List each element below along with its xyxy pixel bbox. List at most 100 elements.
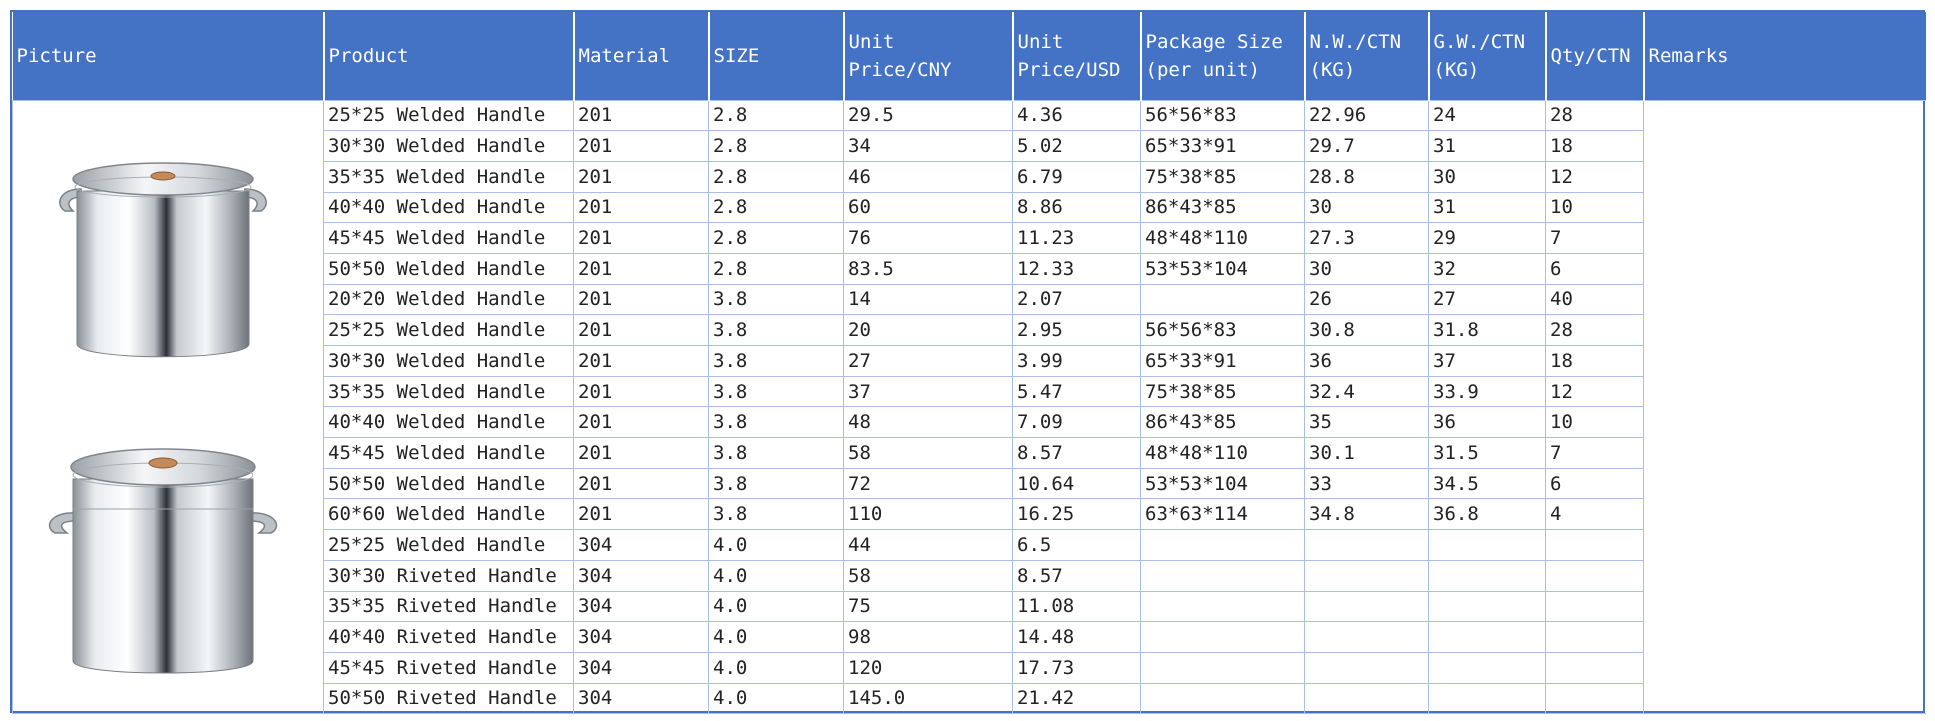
cell-unit-price-usd: 6.5 (1012, 529, 1141, 561)
cell-product: 35*35 Welded Handle (323, 160, 574, 193)
cell-material: 304 (573, 651, 709, 684)
cell-material: 201 (573, 283, 709, 316)
header-row: Picture Product Material SIZE Unit Price… (12, 12, 1926, 100)
cell-unit-price-usd: 5.02 (1012, 130, 1141, 162)
cell-size: 3.8 (708, 406, 844, 439)
cell-size: 3.8 (708, 498, 844, 531)
cell-unit-price-usd: 5.47 (1012, 375, 1141, 408)
cell-product: 45*45 Welded Handle (323, 222, 574, 254)
cell-size: 2.8 (708, 99, 844, 132)
cell-qty-ctn: 28 (1545, 314, 1644, 346)
cell-nw-ctn: 27.3 (1304, 222, 1429, 254)
cell-gw-ctn (1428, 621, 1546, 653)
cell-unit-price-usd: 17.73 (1012, 651, 1141, 684)
cell-size: 4.0 (708, 559, 844, 592)
header-remarks: Remarks (1643, 12, 1926, 100)
cell-package-size: 65*33*91 (1140, 345, 1305, 377)
table-body: 25*25 Welded Handle 201 2.8 29.5 4.36 56*56*8… (12, 99, 1926, 715)
cell-unit-price-cny: 120 (843, 651, 1013, 684)
cell-package-size: 53*53*104 (1140, 467, 1305, 500)
cell-qty-ctn: 18 (1545, 130, 1644, 162)
cell-nw-ctn: 30 (1304, 252, 1429, 285)
cell-qty-ctn: 28 (1545, 99, 1644, 132)
cell-product: 40*40 Welded Handle (323, 191, 574, 224)
cell-gw-ctn: 36.8 (1428, 498, 1546, 531)
cell-nw-ctn: 34.8 (1304, 498, 1429, 531)
cell-gw-ctn (1428, 651, 1546, 684)
cell-unit-price-cny: 46 (843, 160, 1013, 193)
cell-unit-price-cny: 110 (843, 498, 1013, 531)
price-list-sheet: Picture Product Material SIZE Unit Price… (10, 10, 1926, 715)
cell-package-size: 75*38*85 (1140, 375, 1305, 408)
cell-qty-ctn (1545, 559, 1644, 592)
cell-size: 2.8 (708, 222, 844, 254)
cell-product: 50*50 Riveted Handle (323, 682, 574, 715)
cell-product: 30*30 Riveted Handle (323, 559, 574, 592)
cell-qty-ctn (1545, 590, 1644, 623)
cell-unit-price-usd: 7.09 (1012, 406, 1141, 439)
cell-package-size: 56*56*83 (1140, 314, 1305, 346)
cell-material: 201 (573, 314, 709, 346)
cell-size: 4.0 (708, 590, 844, 623)
cell-qty-ctn: 12 (1545, 375, 1644, 408)
cell-package-size: 65*33*91 (1140, 130, 1305, 162)
cell-qty-ctn (1545, 651, 1644, 684)
cell-nw-ctn: 30.1 (1304, 437, 1429, 469)
cell-package-size (1140, 682, 1305, 715)
cell-qty-ctn: 6 (1545, 252, 1644, 285)
cell-unit-price-usd: 12.33 (1012, 252, 1141, 285)
cell-material: 201 (573, 437, 709, 469)
header-picture: Picture (12, 12, 325, 100)
cell-product: 45*45 Welded Handle (323, 437, 574, 469)
cell-unit-price-cny: 76 (843, 222, 1013, 254)
cell-product: 20*20 Welded Handle (323, 283, 574, 316)
cell-product: 50*50 Welded Handle (323, 467, 574, 500)
stock-pot-welded-handle-image (43, 139, 293, 379)
cell-gw-ctn: 33.9 (1428, 375, 1546, 408)
cell-unit-price-cny: 58 (843, 559, 1013, 592)
cell-gw-ctn: 30 (1428, 160, 1546, 193)
cell-unit-price-usd: 21.42 (1012, 682, 1141, 715)
cell-package-size: 86*43*85 (1140, 191, 1305, 224)
remarks-cell (1643, 99, 1926, 715)
cell-unit-price-usd: 8.57 (1012, 559, 1141, 592)
cell-unit-price-usd: 8.57 (1012, 437, 1141, 469)
cell-product: 40*40 Welded Handle (323, 406, 574, 439)
cell-qty-ctn (1545, 529, 1644, 561)
cell-unit-price-cny: 60 (843, 191, 1013, 224)
cell-size: 3.8 (708, 314, 844, 346)
cell-package-size: 48*48*110 (1140, 437, 1305, 469)
cell-unit-price-cny: 83.5 (843, 252, 1013, 285)
cell-unit-price-cny: 98 (843, 621, 1013, 653)
cell-size: 4.0 (708, 529, 844, 561)
cell-unit-price-usd: 4.36 (1012, 99, 1141, 132)
cell-nw-ctn (1304, 529, 1429, 561)
cell-product: 35*35 Riveted Handle (323, 590, 574, 623)
cell-unit-price-cny: 72 (843, 467, 1013, 500)
cell-size: 2.8 (708, 160, 844, 193)
cell-size: 2.8 (708, 191, 844, 224)
cell-unit-price-usd: 3.99 (1012, 345, 1141, 377)
cell-unit-price-cny: 29.5 (843, 99, 1013, 132)
cell-package-size: 53*53*104 (1140, 252, 1305, 285)
cell-unit-price-usd: 8.86 (1012, 191, 1141, 224)
cell-nw-ctn: 36 (1304, 345, 1429, 377)
cell-package-size (1140, 559, 1305, 592)
cell-package-size: 56*56*83 (1140, 99, 1305, 132)
cell-material: 201 (573, 345, 709, 377)
header-package-size: Package Size (per unit) (1140, 12, 1306, 100)
cell-gw-ctn (1428, 590, 1546, 623)
cell-qty-ctn: 18 (1545, 345, 1644, 377)
cell-size: 3.8 (708, 467, 844, 500)
cell-unit-price-cny: 20 (843, 314, 1013, 346)
cell-qty-ctn: 4 (1545, 498, 1644, 531)
cell-product: 40*40 Riveted Handle (323, 621, 574, 653)
cell-package-size (1140, 529, 1305, 561)
cell-unit-price-cny: 58 (843, 437, 1013, 469)
cell-size: 2.8 (708, 252, 844, 285)
cell-material: 201 (573, 191, 709, 224)
cell-material: 201 (573, 467, 709, 500)
cell-material: 201 (573, 222, 709, 254)
cell-qty-ctn: 6 (1545, 467, 1644, 500)
cell-product: 30*30 Welded Handle (323, 345, 574, 377)
